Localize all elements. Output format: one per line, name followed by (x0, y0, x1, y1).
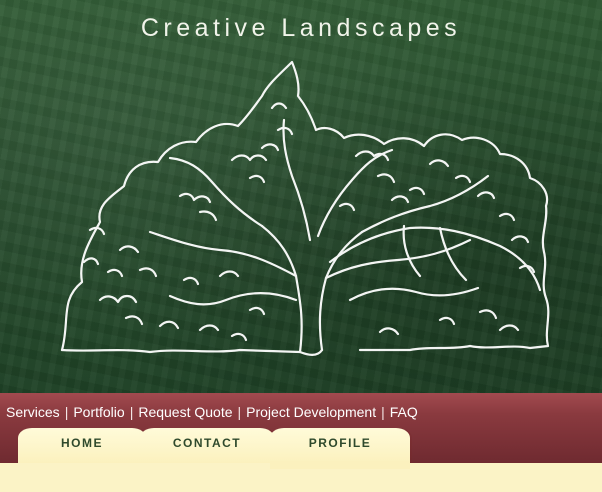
nav-link-portfolio[interactable]: Portfolio (73, 404, 124, 420)
site-title: Creative Landscapes (140, 14, 462, 42)
nav-separator: | (64, 404, 69, 420)
nav-separator: | (129, 404, 134, 420)
nav-separator: | (237, 404, 242, 420)
tab-profile[interactable]: PROFILE (270, 428, 410, 469)
nav-link-services[interactable]: Services (6, 404, 60, 420)
nav-link-project-development[interactable]: Project Development (246, 404, 376, 420)
text-nav-links: Services | Portfolio | Request Quote | Project… (6, 404, 418, 420)
tree-illustration (60, 60, 550, 356)
nav-separator: | (381, 404, 385, 420)
tab-home[interactable]: HOME (18, 428, 146, 463)
nav-link-request-quote[interactable]: Request Quote (138, 404, 232, 420)
nav-link-faq[interactable]: FAQ (390, 404, 418, 420)
tab-contact[interactable]: CONTACT (140, 428, 274, 463)
tab-profile-label: PROFILE (308, 436, 372, 450)
tab-home-label: HOME (61, 436, 103, 450)
tab-contact-label: CONTACT (172, 436, 242, 450)
hero-banner: Creative Landscapes (0, 0, 602, 393)
